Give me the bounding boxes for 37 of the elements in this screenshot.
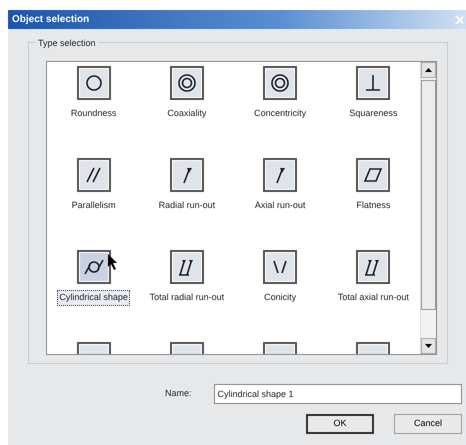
- option-label[interactable]: Parallelism: [70, 198, 118, 214]
- type-option[interactable]: [356, 158, 390, 192]
- type-option[interactable]: [263, 158, 298, 192]
- window-title: Object selection: [12, 13, 90, 27]
- option-label[interactable]: Flatness: [354, 198, 392, 214]
- down-arrow-icon: [425, 344, 432, 348]
- option-label[interactable]: Squareness: [347, 106, 400, 122]
- cursor-icon: [108, 254, 118, 270]
- type-option[interactable]: [356, 250, 390, 284]
- type-option[interactable]: [356, 66, 390, 100]
- name-label: Name:: [165, 387, 192, 400]
- name-field[interactable]: Cylindrical shape 1: [214, 384, 462, 404]
- type-option[interactable]: [263, 250, 298, 284]
- up-arrow-icon: [425, 68, 432, 72]
- option-label[interactable]: Roundness: [68, 106, 118, 122]
- option-label[interactable]: Total radial run-out: [148, 290, 226, 306]
- group-label: Type selection: [36, 37, 98, 50]
- option-label[interactable]: Coaxiality: [165, 106, 208, 122]
- option-label[interactable]: Axial run-out: [252, 198, 308, 214]
- scroll-up-button[interactable]: [421, 62, 436, 78]
- type-option[interactable]: [76, 250, 111, 284]
- type-option[interactable]: [170, 66, 204, 100]
- option-label[interactable]: Total axial run-out: [336, 290, 411, 306]
- scroll-down-button[interactable]: [421, 338, 436, 354]
- type-option[interactable]: [76, 158, 111, 192]
- ok-button[interactable]: OK: [306, 414, 374, 434]
- cancel-button[interactable]: Cancel: [394, 414, 462, 434]
- option-label[interactable]: Concentricity: [252, 106, 308, 122]
- type-option[interactable]: [170, 250, 204, 284]
- scroll-thumb[interactable]: [421, 80, 436, 310]
- type-option[interactable]: [170, 158, 204, 192]
- option-label[interactable]: Radial run-out: [156, 198, 218, 214]
- scrollbar[interactable]: [420, 62, 436, 354]
- option-label[interactable]: Conicity: [262, 290, 298, 306]
- type-option[interactable]: [76, 66, 111, 100]
- type-option[interactable]: [263, 66, 298, 100]
- option-label[interactable]: Cylindrical shape: [57, 290, 130, 306]
